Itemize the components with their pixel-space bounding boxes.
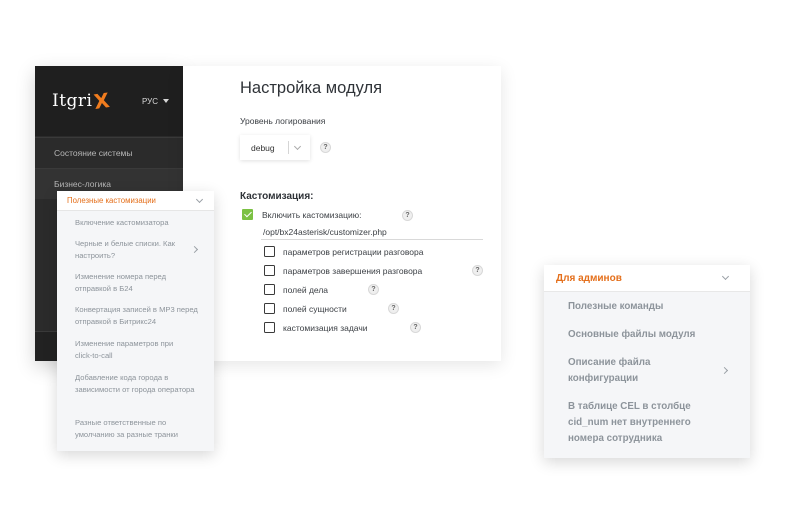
logo-mark-icon: X (91, 88, 112, 114)
list-item[interactable]: Включение кастомизатора (75, 217, 203, 229)
caret-down-icon (163, 99, 169, 103)
list-item[interactable]: В таблице CEL в столбце cid_num нет внут… (568, 399, 708, 447)
customization-title: Кастомизация: (240, 191, 314, 202)
option-label: параметров завершения разговора (283, 266, 423, 276)
option-label: параметров регистрации разговора (283, 247, 424, 257)
logo-text: Itgri (52, 91, 93, 111)
list-item[interactable]: Добавление кода города в зависимости от … (75, 372, 203, 396)
logo[interactable]: Itgri X (52, 88, 112, 114)
sidebar-item-label: Состояние системы (54, 148, 133, 158)
log-level-label: Уровень логирования (240, 116, 326, 126)
option-label: полей дела (283, 285, 329, 295)
list-item[interactable]: Изменение номера перед отправкой в Б24 (75, 271, 187, 295)
enable-customization-label: Включить кастомизацию: (262, 210, 362, 220)
list-item[interactable]: Конвертация записей в MP3 перед отправко… (75, 304, 203, 328)
log-level-select[interactable]: debug (240, 135, 310, 160)
panel-title: Полезные кастомизации (67, 196, 156, 205)
panel-title: Для админов (556, 272, 622, 284)
help-icon[interactable]: ? (402, 210, 413, 221)
sidebar-header: Itgri X РУС (35, 66, 183, 136)
chevron-down-icon (195, 195, 204, 203)
useful-customizations-header[interactable]: Полезные кастомизации (57, 191, 214, 211)
help-icon[interactable]: ? (388, 303, 399, 314)
path-underline (261, 239, 483, 240)
language-switcher[interactable]: РУС (142, 97, 169, 106)
enable-customization-checkbox[interactable] (242, 209, 253, 220)
list-item[interactable]: Черные и белые списки. Как настроить? (75, 238, 185, 262)
option-checkbox[interactable] (264, 265, 275, 276)
log-level-value: debug (251, 142, 275, 153)
option-checkbox[interactable] (264, 246, 275, 257)
help-icon[interactable]: ? (472, 265, 483, 276)
list-item[interactable]: Изменение параметров при click-to-call (75, 338, 190, 362)
help-icon[interactable]: ? (410, 322, 421, 333)
option-checkbox[interactable] (264, 322, 275, 333)
option-label: полей сущности (283, 304, 347, 314)
list-item[interactable]: Описание файла конфигурации (568, 355, 678, 387)
module-settings-card: Настройка модуля Уровень логирования deb… (183, 66, 501, 361)
option-label: кастомизация задачи (283, 323, 368, 333)
list-item[interactable]: Основные файлы модуля (568, 327, 718, 343)
chevron-down-icon (721, 272, 730, 281)
stage: Itgri X РУС Состояние системы Бизнес-логи… (0, 0, 786, 524)
language-label: РУС (141, 96, 158, 106)
list-item[interactable]: Полезные команды (568, 299, 718, 315)
option-checkbox[interactable] (264, 303, 275, 314)
for-admins-panel: Для админов Полезные команды Основные фа… (544, 265, 750, 458)
sidebar-item-system-status[interactable]: Состояние системы (35, 137, 183, 168)
useful-customizations-panel: Полезные кастомизации Включение кастомиз… (57, 191, 214, 451)
for-admins-header[interactable]: Для админов (544, 265, 750, 292)
chevron-right-icon (190, 245, 199, 254)
option-checkbox[interactable] (264, 284, 275, 295)
chevron-right-icon (720, 366, 729, 375)
list-item[interactable]: Разные ответственные по умолчанию за раз… (75, 417, 200, 441)
page-title: Настройка модуля (240, 79, 383, 97)
select-divider (288, 141, 289, 154)
chevron-down-icon (293, 142, 302, 150)
customizer-path[interactable]: /opt/bx24asterisk/customizer.php (263, 227, 387, 237)
help-icon[interactable]: ? (368, 284, 379, 295)
help-icon[interactable]: ? (320, 142, 331, 153)
sidebar-item-label: Бизнес-логика (54, 179, 111, 189)
